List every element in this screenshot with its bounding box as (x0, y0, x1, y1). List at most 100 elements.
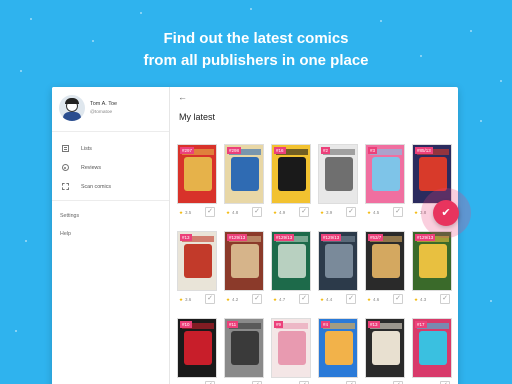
comic-card[interactable]: #2 ★ 3.9 ✓ (318, 144, 358, 221)
cover-art (372, 157, 400, 191)
comic-cover[interactable]: #297 (177, 144, 217, 204)
rating: ★ 4.7 (273, 297, 285, 303)
sidebar-item-scan-comics[interactable]: Scan comics (52, 177, 169, 196)
read-checkbox[interactable]: ✓ (252, 294, 262, 304)
rating: ★ 4.4 (320, 297, 332, 303)
list-icon (61, 145, 69, 153)
check-fab-button[interactable]: ✔ (433, 200, 459, 226)
comic-card[interactable]: #129/13 ★ 4.7 ✓ (271, 231, 311, 308)
rating-value: 4.9 (279, 210, 286, 215)
sidebar-item-settings[interactable]: Settings (52, 207, 169, 225)
cover-art (419, 331, 447, 365)
issue-tag: #10 (180, 321, 192, 328)
rating-value: 4.2 (232, 297, 239, 302)
read-checkbox[interactable]: ✓ (252, 207, 262, 217)
comic-card[interactable]: #298 ★ 4.8 ✓ (224, 144, 264, 221)
comic-card[interactable]: #129/13 ★ 4.2 ✓ (224, 231, 264, 308)
read-checkbox[interactable]: ✓ (393, 207, 403, 217)
rating: ★ 4.6 (367, 297, 379, 303)
sidebar-item-label: Lists (81, 145, 92, 152)
back-arrow-icon[interactable]: ← (178, 92, 187, 102)
rating-value: 3.5 (185, 210, 192, 215)
star-icon: ★ (320, 297, 325, 302)
read-checkbox[interactable]: ✓ (299, 207, 309, 217)
issue-tag: #129/13 (415, 234, 436, 241)
rating-value: 4.5 (373, 210, 380, 215)
comic-cover[interactable]: #298 (224, 144, 264, 204)
comic-card[interactable]: #16 ★ 4.9 ✓ (271, 144, 311, 221)
sidebar: Tom A. Toe @tomatoe Lists Reviews Scan c… (52, 87, 170, 384)
issue-tag: #17 (415, 321, 427, 328)
comic-cover[interactable]: #129/13 (318, 231, 358, 291)
cover-art (419, 244, 447, 278)
comic-cover[interactable]: #129/13 (271, 231, 311, 291)
star-icon: ★ (320, 210, 325, 215)
comic-card[interactable]: #10★4.1✓ (177, 318, 217, 384)
cover-art (231, 244, 259, 278)
rating-value: 3.9 (326, 210, 333, 215)
comic-card[interactable]: #129/13 ★ 4.3 ✓ (412, 231, 452, 308)
sidebar-item-lists[interactable]: Lists (52, 139, 169, 158)
read-checkbox[interactable]: ✓ (346, 294, 356, 304)
comic-card[interactable]: #13 ★ 3.6 ✓ (177, 231, 217, 308)
read-checkbox[interactable]: ✓ (205, 294, 215, 304)
comic-cover[interactable]: #53/7 (365, 231, 405, 291)
comic-card[interactable]: #129/13 ★ 4.4 ✓ (318, 231, 358, 308)
comic-card[interactable]: #4★4.2✓ (318, 318, 358, 384)
read-checkbox[interactable]: ✓ (440, 294, 450, 304)
comic-card[interactable]: #11★4.4✓ (224, 318, 264, 384)
star-icon: ★ (414, 297, 419, 302)
comic-cover[interactable]: #4 (318, 318, 358, 378)
issue-tag: #53/7 (368, 234, 384, 241)
comic-cover[interactable]: #129/13 (224, 231, 264, 291)
comic-card[interactable]: #17★4.0✓ (412, 318, 452, 384)
cover-art (184, 244, 212, 278)
cover-art (372, 244, 400, 278)
comic-cover[interactable]: #129/13 (412, 231, 452, 291)
comic-cover[interactable]: #13 (365, 318, 405, 378)
comic-cover[interactable]: #13 (177, 231, 217, 291)
issue-tag: #9 (274, 321, 284, 328)
read-checkbox[interactable]: ✓ (299, 294, 309, 304)
read-checkbox[interactable]: ✓ (346, 207, 356, 217)
comic-card[interactable]: #9★4.7✓ (271, 318, 311, 384)
cover-art (278, 157, 306, 191)
issue-tag: #11 (227, 321, 239, 328)
read-checkbox[interactable]: ✓ (205, 207, 215, 217)
comic-cover[interactable]: #9 (271, 318, 311, 378)
comic-cover[interactable]: #16 (271, 144, 311, 204)
comic-card[interactable]: #3 ★ 4.5 ✓ (365, 144, 405, 221)
comic-card[interactable]: #297 ★ 3.5 ✓ (177, 144, 217, 221)
issue-tag: #298 (227, 147, 242, 154)
user-profile[interactable]: Tom A. Toe @tomatoe (52, 87, 169, 132)
star-icon: ★ (367, 297, 372, 302)
star-icon: ★ (367, 210, 372, 215)
comic-cover[interactable]: #2 (318, 144, 358, 204)
sidebar-item-reviews[interactable]: Reviews (52, 158, 169, 177)
main-content: ← My latest #297 ★ 3.5 ✓ #298 ★ 4.8 ✓ #16 ★ 4.9 ✓ #2… (171, 87, 458, 384)
rating-value: 4.7 (279, 297, 286, 302)
issue-tag: #13 (180, 234, 192, 241)
sidebar-item-help[interactable]: Help (52, 225, 169, 243)
comic-card[interactable]: #13★4.8✓ (365, 318, 405, 384)
comic-cover[interactable]: #17 (412, 318, 452, 378)
cover-art (184, 157, 212, 191)
user-name: Tom A. Toe (90, 101, 118, 107)
scan-icon (61, 183, 69, 191)
user-handle: @tomatoe (90, 110, 113, 115)
issue-tag: #2 (321, 147, 331, 154)
rating: ★ 3.5 (179, 210, 191, 216)
star-icon: ★ (226, 210, 231, 215)
comic-cover[interactable]: #3 (365, 144, 405, 204)
comic-cover[interactable]: #10 (177, 318, 217, 378)
star-icon: ★ (179, 210, 184, 215)
star-icon: ★ (273, 297, 278, 302)
rating-value: 4.4 (326, 297, 333, 302)
star-icon: ★ (179, 297, 184, 302)
issue-tag: #16 (274, 147, 286, 154)
issue-tag: #13 (368, 321, 380, 328)
cover-art (231, 331, 259, 365)
comic-card[interactable]: #53/7 ★ 4.6 ✓ (365, 231, 405, 308)
read-checkbox[interactable]: ✓ (393, 294, 403, 304)
comic-cover[interactable]: #11 (224, 318, 264, 378)
